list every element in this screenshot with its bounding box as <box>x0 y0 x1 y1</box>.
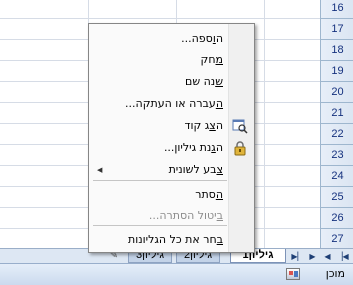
status-text: מוכן <box>325 267 345 280</box>
menu-item-delete[interactable]: מחק <box>91 49 229 71</box>
menu-item-label: בע לשונית <box>168 163 217 176</box>
row-header[interactable]: 22 <box>321 124 353 145</box>
menu-item-label: ג קוד <box>184 119 210 132</box>
prev-sheet-icon[interactable]: ◀ <box>320 249 335 264</box>
row-header[interactable]: 27 <box>321 229 353 250</box>
macro-record-icon[interactable] <box>286 268 300 280</box>
menu-item-rename[interactable]: שנה שם <box>91 71 229 93</box>
lock-icon <box>234 141 246 156</box>
menu-item-label: נה שם <box>185 75 216 88</box>
menu-item-accelerator: ה <box>215 188 223 201</box>
menu-item-label: יטול הסתרה... <box>148 209 217 222</box>
row-header-column: 16 17 18 19 20 21 22 23 24 25 26 27 <box>320 0 353 250</box>
row-header[interactable]: 21 <box>321 103 353 124</box>
sheet-navigation: ▶▏ ▶ ◀ ▕◀ <box>290 249 353 264</box>
menu-item-label: סתר <box>195 188 216 201</box>
row-header[interactable]: 16 <box>321 0 353 19</box>
menu-item-label: ה <box>215 32 223 45</box>
menu-item-select-all[interactable]: בחר את כל הגליונות <box>91 229 229 251</box>
submenu-arrow-icon: ◀ <box>97 166 103 174</box>
menu-item-accelerator: ב <box>216 209 223 222</box>
row-header[interactable]: 20 <box>321 82 353 103</box>
menu-item-move-copy[interactable]: העברה או העתקה... <box>91 93 229 115</box>
menu-item-accelerator: צ <box>216 163 223 176</box>
row-header[interactable]: 26 <box>321 208 353 229</box>
menu-separator <box>93 225 227 226</box>
menu-item-unhide[interactable]: ביטול הסתרה... <box>91 205 229 227</box>
row-header[interactable]: 18 <box>321 40 353 61</box>
gridline <box>264 0 265 248</box>
menu-item-insert[interactable]: הוספה... <box>91 28 229 50</box>
menu-item-label: נת גיליון... <box>163 141 212 154</box>
row-header[interactable]: 23 <box>321 145 353 166</box>
menu-item-label: ה <box>215 141 223 154</box>
gridline <box>0 18 320 19</box>
status-bar: מוכן <box>0 263 353 285</box>
menu-item-accelerator: מ <box>215 53 223 66</box>
menu-item-accelerator: ה <box>215 97 223 110</box>
menu-item-accelerator: ב <box>216 233 223 246</box>
last-sheet-icon[interactable]: ▶▏ <box>290 249 305 264</box>
menu-item-accelerator: ש <box>215 75 223 88</box>
row-header[interactable]: 24 <box>321 166 353 187</box>
menu-item-label: חק <box>200 53 216 66</box>
menu-item-tab-color[interactable]: צבע לשונית <box>91 159 229 181</box>
sheet-tab-context-menu: הוספה... מחק שנה שם העברה או העתקה... הצג קו… <box>88 23 255 253</box>
menu-item-view-code[interactable]: הצג קוד <box>91 115 229 137</box>
menu-icon-column <box>228 24 254 252</box>
row-header[interactable]: 25 <box>321 187 353 208</box>
menu-item-label: חר את כל הגליונות <box>128 233 217 246</box>
row-header[interactable]: 17 <box>321 19 353 40</box>
menu-item-label: עברה או העתקה... <box>125 97 216 110</box>
row-header[interactable]: 19 <box>321 61 353 82</box>
menu-item-protect-sheet[interactable]: הגנת גיליון... <box>91 137 229 159</box>
menu-item-label: ספה... <box>181 32 213 45</box>
view-code-icon <box>232 119 248 134</box>
menu-separator <box>93 180 227 181</box>
first-sheet-icon[interactable]: ▕◀ <box>335 249 350 264</box>
menu-item-label: ה <box>215 119 223 132</box>
next-sheet-icon[interactable]: ▶ <box>305 249 320 264</box>
menu-item-hide[interactable]: הסתר <box>91 184 229 206</box>
